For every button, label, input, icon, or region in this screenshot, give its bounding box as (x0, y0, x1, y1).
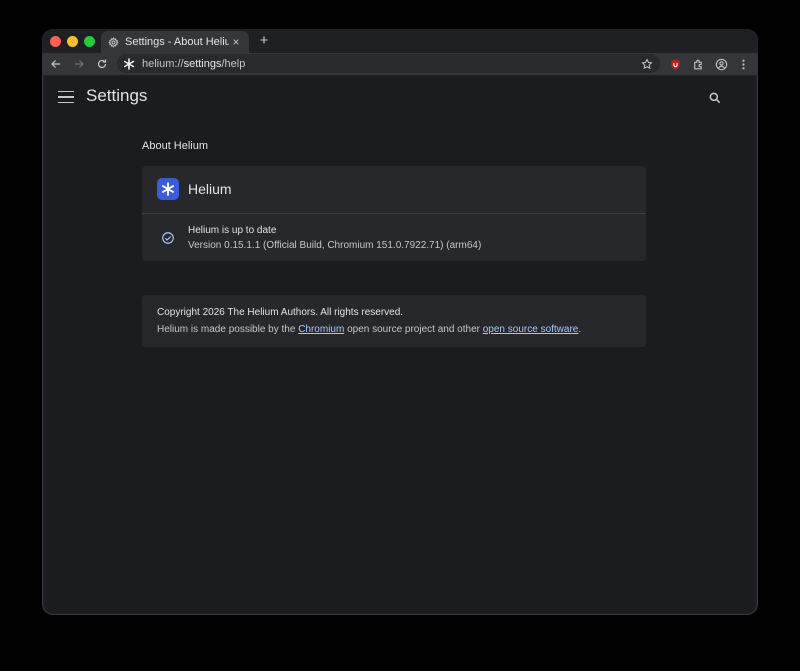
toolbar: helium://settings/help (42, 53, 758, 75)
tab-close-icon[interactable]: × (229, 35, 243, 49)
check-circle-icon (162, 232, 174, 244)
open-source-software-link[interactable]: open source software (483, 324, 579, 335)
arrow-left-icon (51, 60, 60, 68)
helium-logo-icon (157, 178, 179, 200)
more-vert-icon (741, 59, 745, 69)
about-card: Helium Helium is up to date Version 0.15… (142, 166, 646, 261)
maximize-window-button[interactable] (84, 36, 95, 47)
update-status: Helium is up to date (188, 225, 277, 236)
browser-menu-button[interactable] (734, 55, 752, 73)
chromium-link[interactable]: Chromium (298, 324, 344, 335)
arrow-right-icon (75, 60, 84, 68)
reload-icon (97, 59, 107, 69)
version-text: Version 0.15.1.1 (Official Build, Chromi… (188, 240, 482, 251)
ublock-shield-icon (670, 58, 680, 70)
close-window-button[interactable] (50, 36, 61, 47)
browser-window: Settings - About Helium × + helium://set… (42, 29, 758, 615)
settings-page: Settings About Helium Helium Helium is u… (46, 76, 754, 613)
copyright-card: Copyright 2026 The Helium Authors. All r… (142, 295, 646, 347)
ublock-extension-button[interactable] (666, 55, 684, 73)
reload-button[interactable] (93, 55, 111, 73)
product-name: Helium (188, 181, 232, 197)
star-icon[interactable] (640, 57, 654, 70)
address-bar[interactable]: helium://settings/help (117, 54, 660, 73)
new-tab-button[interactable]: + (255, 32, 273, 50)
forward-button[interactable] (70, 55, 88, 73)
minimize-window-button[interactable] (67, 36, 78, 47)
hamburger-menu-icon[interactable] (58, 89, 74, 105)
copyright-text: Copyright 2026 The Helium Authors. All r… (157, 307, 404, 318)
tab-strip: Settings - About Helium × + (42, 29, 758, 53)
search-icon[interactable] (708, 91, 722, 105)
puzzle-icon (693, 59, 702, 69)
tab-settings-about[interactable]: Settings - About Helium × (101, 31, 249, 53)
helium-logo-icon (123, 57, 135, 70)
url-text[interactable]: helium://settings/help (142, 58, 640, 70)
gear-icon (108, 36, 119, 48)
section-title: About Helium (142, 140, 209, 152)
tab-title: Settings - About Helium (125, 36, 229, 48)
profile-button[interactable] (712, 55, 730, 73)
divider (142, 213, 646, 214)
profile-icon (715, 58, 727, 70)
credits-text: Helium is made possible by the Chromium … (157, 324, 582, 335)
page-title: Settings (86, 86, 148, 105)
extensions-button[interactable] (689, 55, 707, 73)
back-button[interactable] (47, 55, 65, 73)
